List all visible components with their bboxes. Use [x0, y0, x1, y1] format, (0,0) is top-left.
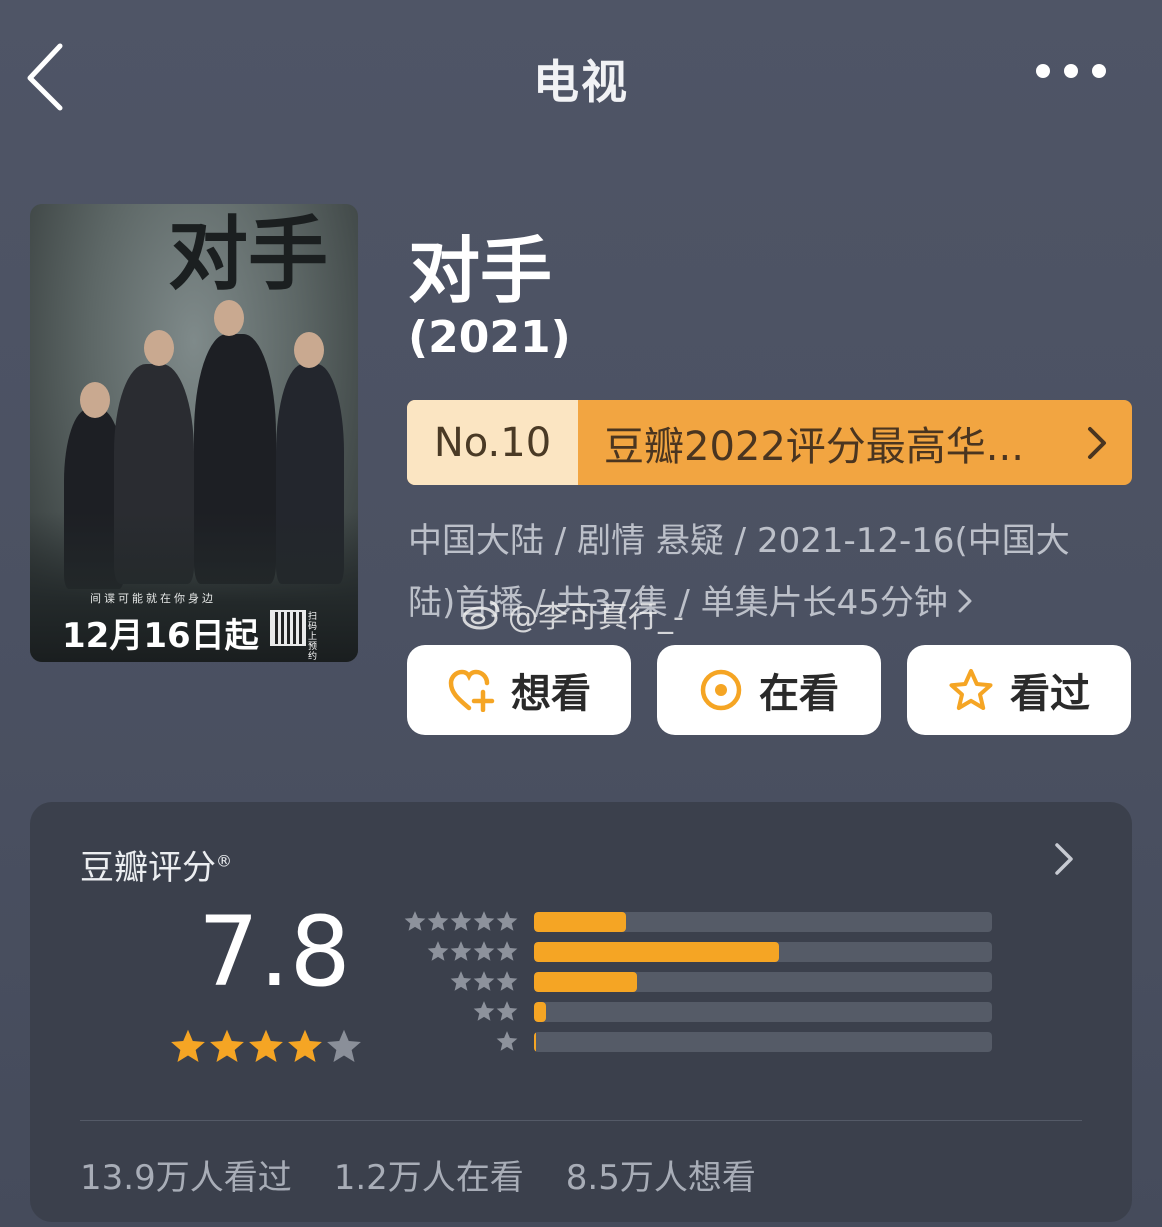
- star-small-icon: [473, 970, 495, 992]
- star-filled-icon: [170, 1028, 206, 1068]
- star-small-icon: [427, 910, 449, 932]
- qr-code-icon: [270, 610, 306, 646]
- registered-mark: ®: [216, 851, 232, 871]
- poster-tagline: 间谍可能就在你身边: [90, 592, 216, 605]
- target-circle-icon: [700, 669, 742, 711]
- rating-card[interactable]: 豆瓣评分® 7.8 13.9万人看过 1.2万人在看 8.5万人想看: [30, 802, 1132, 1222]
- poster-figure-head: [144, 330, 174, 366]
- show-year: (2021): [408, 312, 571, 363]
- distribution-track: [534, 942, 992, 962]
- star-filled-icon: [248, 1028, 284, 1068]
- star-small-icon: [450, 940, 472, 962]
- distribution-fill: [534, 942, 780, 962]
- top-bar: 电视: [0, 0, 1162, 150]
- star-small-icon: [473, 1000, 495, 1022]
- poster-figure-head: [80, 382, 110, 418]
- distribution-fill: [534, 1032, 537, 1052]
- watched-button[interactable]: 看过: [907, 645, 1131, 735]
- more-options-button[interactable]: [1036, 64, 1116, 88]
- star-small-icon: [473, 910, 495, 932]
- star-small-icon: [473, 940, 495, 962]
- chevron-right-icon: [956, 574, 974, 636]
- poster-image[interactable]: 对手 间谍可能就在你身边 12月16日起 扫码上预约: [30, 204, 358, 662]
- watched-label: 看过: [1010, 671, 1090, 717]
- poster-figure-head: [294, 332, 324, 368]
- more-dot-icon: [1064, 64, 1078, 78]
- rating-score: 7.8: [198, 896, 351, 1008]
- more-dot-icon: [1036, 64, 1050, 78]
- star-outline-icon: [949, 669, 993, 710]
- poster-figure-head: [214, 300, 244, 336]
- ranking-text: 豆瓣2022评分最高华...: [604, 423, 1024, 470]
- watermark-text: @李可真行_-: [508, 600, 684, 635]
- want-to-watch-label: 想看: [511, 671, 591, 717]
- poster-title: 对手: [168, 207, 328, 301]
- poster-date: 12月16日起: [62, 616, 259, 656]
- show-title: 对手: [408, 229, 553, 313]
- stat-watched: 13.9万人看过: [80, 1158, 292, 1198]
- distribution-fill: [534, 912, 626, 932]
- rating-stars: [170, 1028, 362, 1068]
- chevron-right-icon[interactable]: [1052, 840, 1076, 882]
- star-empty-icon: [326, 1028, 362, 1068]
- star-filled-icon: [287, 1028, 323, 1068]
- stat-want: 8.5万人想看: [565, 1158, 756, 1198]
- star-small-icon: [427, 940, 449, 962]
- watermark: @李可真行_-: [462, 592, 684, 636]
- distribution-stars: [400, 970, 518, 992]
- weibo-icon: [462, 600, 500, 630]
- distribution-track: [534, 912, 992, 932]
- heart-plus-icon: [448, 669, 495, 712]
- chevron-right-icon: [1062, 400, 1132, 485]
- want-to-watch-button[interactable]: 想看: [407, 645, 631, 735]
- star-small-icon: [450, 910, 472, 932]
- distribution-track: [534, 1032, 992, 1052]
- ranking-banner[interactable]: No.10 豆瓣2022评分最高华...: [407, 400, 1132, 485]
- distribution-stars: [400, 1000, 518, 1022]
- star-small-icon: [496, 970, 518, 992]
- star-small-icon: [450, 970, 472, 992]
- star-small-icon: [496, 1000, 518, 1022]
- star-small-icon: [496, 910, 518, 932]
- distribution-stars: [400, 940, 518, 962]
- distribution-stars: [400, 910, 518, 932]
- rating-title: 豆瓣评分®: [80, 840, 232, 889]
- poster-qr-label: 扫码上预约: [308, 612, 318, 662]
- watching-label: 在看: [759, 671, 839, 717]
- distribution-stars: [400, 1030, 518, 1052]
- more-dot-icon: [1092, 64, 1106, 78]
- page-title: 电视: [533, 55, 629, 109]
- audience-stats: 13.9万人看过 1.2万人在看 8.5万人想看: [80, 1150, 756, 1199]
- star-small-icon: [404, 910, 426, 932]
- divider: [80, 1120, 1082, 1121]
- star-filled-icon: [209, 1028, 245, 1068]
- distribution-fill: [534, 1002, 547, 1022]
- star-small-icon: [496, 1030, 518, 1052]
- rating-title-text: 豆瓣评分: [80, 848, 216, 888]
- star-small-icon: [496, 940, 518, 962]
- meta-line-1: 中国大陆 / 剧情 悬疑 / 2021-12-16(中国大: [408, 521, 1070, 561]
- stat-watching: 1.2万人在看: [333, 1158, 524, 1198]
- distribution-track: [534, 972, 992, 992]
- distribution-track: [534, 1002, 992, 1022]
- distribution-fill: [534, 972, 638, 992]
- watching-button[interactable]: 在看: [657, 645, 881, 735]
- ranking-number: No.10: [407, 400, 578, 485]
